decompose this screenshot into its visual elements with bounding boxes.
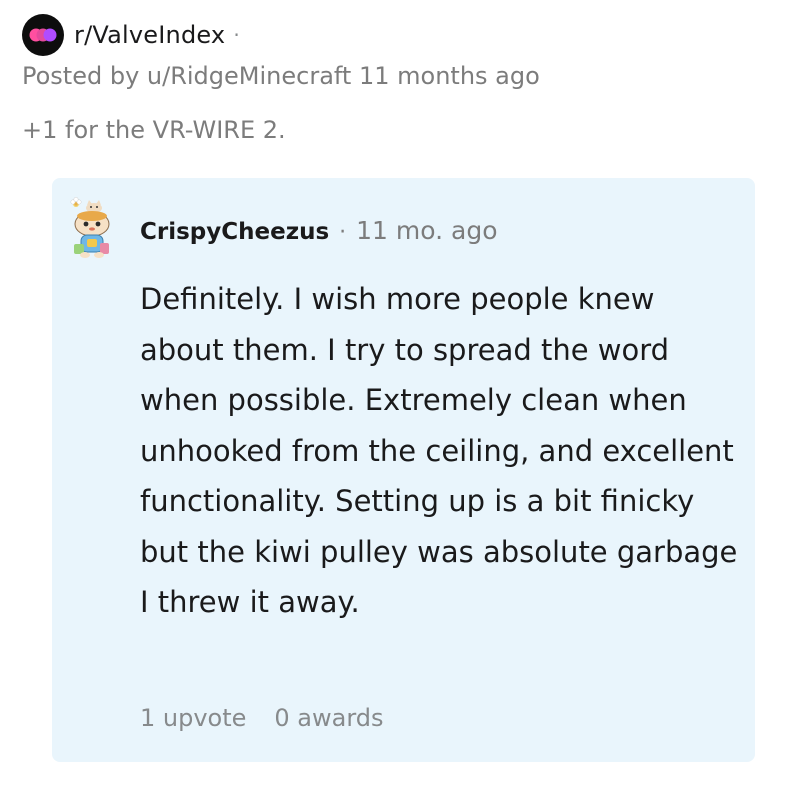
comment-author[interactable]: CrispyCheezus: [140, 219, 329, 245]
comment-screenshot: r/ValveIndex · Posted by u/RidgeMinecraf…: [0, 0, 810, 810]
comment-timestamp[interactable]: 11 mo. ago: [356, 216, 497, 245]
reply-card: CrispyCheezus · 11 mo. ago Definitely. I…: [52, 178, 755, 762]
subreddit-row: r/ValveIndex ·: [22, 14, 240, 56]
subreddit-icon[interactable]: [22, 14, 64, 56]
subreddit-logo-icon: [29, 28, 57, 42]
subreddit-name[interactable]: r/ValveIndex: [74, 21, 225, 49]
comment-body: Definitely. I wish more people knew abou…: [140, 282, 738, 619]
posted-by-line: Posted by u/RidgeMinecraft 11 months ago: [22, 62, 540, 90]
award-count[interactable]: 0 awards: [274, 704, 383, 732]
post-text: +1 for the VR-WIRE 2.: [22, 116, 286, 144]
user-avatar-icon[interactable]: [68, 196, 116, 260]
reply-header: CrispyCheezus · 11 mo. ago: [140, 216, 498, 245]
upvote-count[interactable]: 1 upvote: [140, 704, 246, 732]
comment-footer: 1 upvote 0 awards: [140, 704, 384, 732]
separator-dot: ·: [339, 220, 347, 245]
separator-dot: ·: [233, 23, 240, 47]
